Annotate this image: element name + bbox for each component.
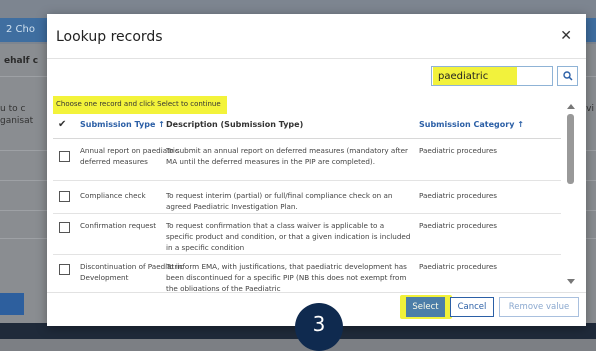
scroll-up-arrow-icon[interactable] <box>567 104 575 109</box>
column-submission-type[interactable]: Submission Type ↑ <box>80 120 165 129</box>
cell-category: Paediatric procedures <box>419 146 498 155</box>
cell-description: To submit an annual report on deferred m… <box>166 146 408 166</box>
background-step-tab: 2 Cho <box>0 18 48 42</box>
footer-divider <box>47 292 586 293</box>
background-text-right: vi <box>586 104 594 114</box>
remove-value-button[interactable]: Remove value <box>499 297 579 317</box>
table-row[interactable]: Discontinuation of Paediatric Developmen… <box>53 255 561 291</box>
cell-description: To request confirmation that a class wai… <box>166 221 411 252</box>
close-icon[interactable]: ✕ <box>560 28 572 44</box>
cell-category: Paediatric procedures <box>419 221 498 230</box>
scrollbar-thumb[interactable] <box>567 114 574 184</box>
table-row[interactable]: Confirmation request To request confirma… <box>53 214 561 255</box>
table-row[interactable]: Compliance check To request interim (par… <box>53 181 561 214</box>
row-checkbox[interactable] <box>59 264 70 275</box>
records-table: ✔ Submission Type ↑ Description (Submiss… <box>53 114 561 291</box>
row-checkbox[interactable] <box>59 151 70 162</box>
dialog-title: Lookup records <box>56 29 163 45</box>
cell-category: Paediatric procedures <box>419 191 498 200</box>
background-button <box>0 293 24 315</box>
cell-description: To inform EMA, with justifications, that… <box>166 262 407 291</box>
background-text-2: ganisat <box>0 116 34 126</box>
background-text-1: u to c <box>0 104 26 114</box>
lookup-records-dialog: Lookup records ✕ Choose one record and c… <box>47 14 586 326</box>
column-submission-category[interactable]: Submission Category ↑ <box>419 120 524 129</box>
header-divider <box>47 58 586 59</box>
scroll-down-arrow-icon[interactable] <box>567 279 575 284</box>
background-behalf-text: ehalf c <box>4 56 39 66</box>
search-input[interactable] <box>431 66 553 86</box>
table-header: ✔ Submission Type ↑ Description (Submiss… <box>53 114 561 139</box>
search-button[interactable] <box>557 66 578 86</box>
select-button[interactable]: Select <box>406 297 445 317</box>
check-column-icon: ✔ <box>58 119 67 130</box>
cell-description: To request interim (partial) or full/fin… <box>166 191 393 211</box>
column-description[interactable]: Description (Submission Type) <box>166 120 303 129</box>
cancel-button[interactable]: Cancel <box>450 297 494 317</box>
instruction-text: Choose one record and click Select to co… <box>56 100 221 108</box>
table-row[interactable]: Annual report on paediatric deferred mea… <box>53 139 561 181</box>
step-number-badge: 3 <box>295 303 343 351</box>
cell-category: Paediatric procedures <box>419 262 498 271</box>
row-checkbox[interactable] <box>59 191 70 202</box>
row-checkbox[interactable] <box>59 222 70 233</box>
search-icon <box>562 71 573 81</box>
